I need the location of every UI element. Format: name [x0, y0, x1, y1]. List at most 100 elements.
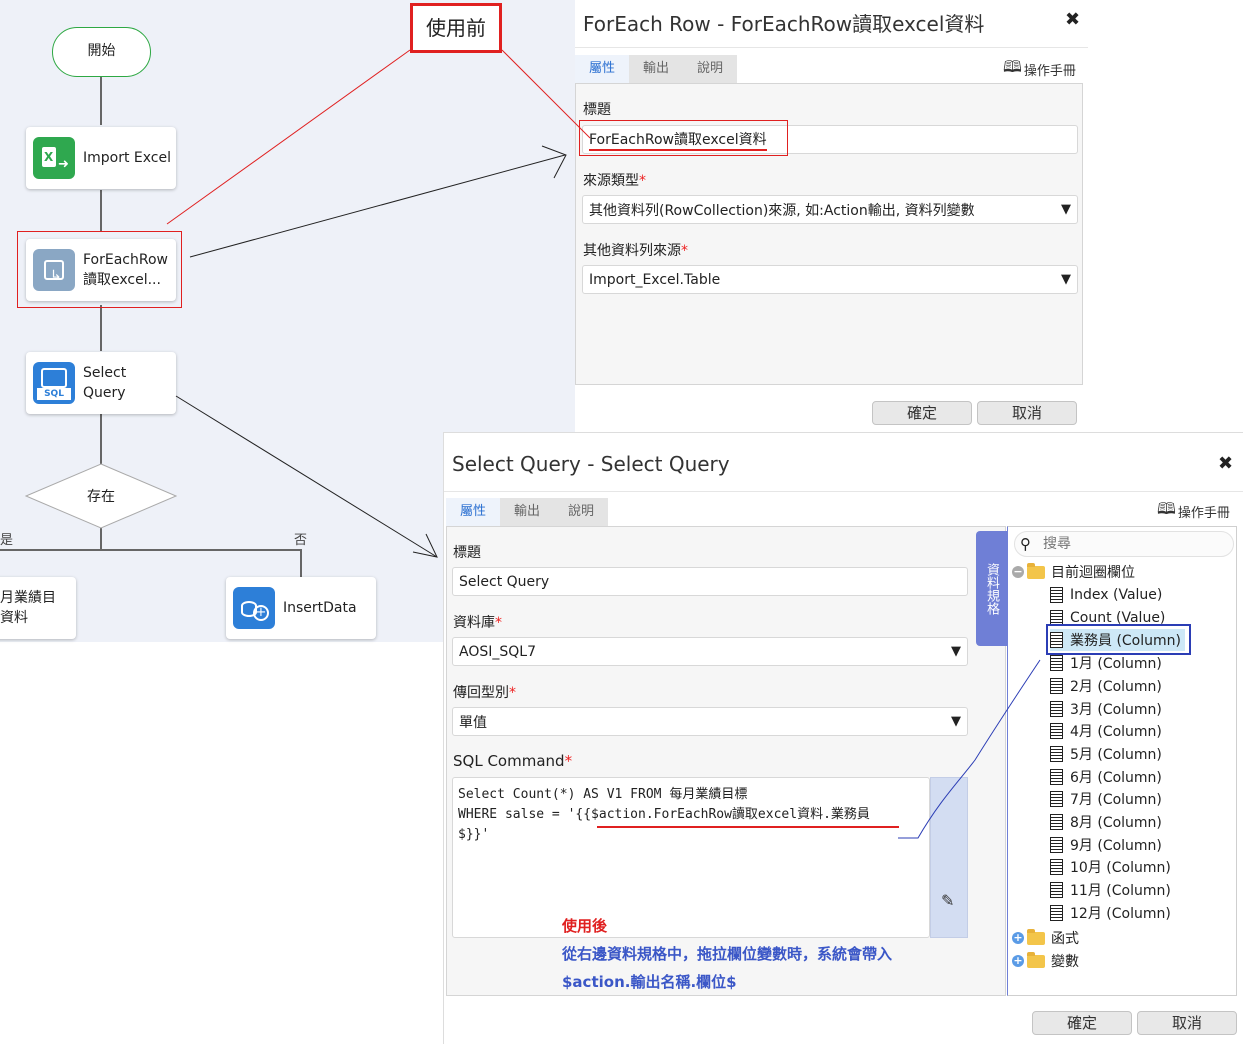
cancel-button[interactable]: 取消 [977, 401, 1077, 425]
folder-icon [1027, 562, 1045, 579]
import-excel-node[interactable]: X ➜ Import Excel [26, 127, 176, 189]
tree-item-label: 7月 (Column) [1070, 792, 1162, 809]
column-highlight-box [1046, 624, 1191, 655]
tree-column-item[interactable]: 3月 (Column) [1050, 698, 1162, 720]
tree-item-label: 10月 (Column) [1070, 860, 1171, 877]
close-icon[interactable]: ✖ [1065, 9, 1080, 30]
sql-line: WHERE salse = '{{$action.ForEachRow讀取exc… [458, 807, 870, 822]
data-spec-tab[interactable]: 資料規格 [976, 531, 1007, 646]
other-source-select[interactable]: Import_Excel.Table ▼ [582, 265, 1078, 294]
database-value: AOSI_SQL7 [459, 643, 536, 660]
search-box[interactable]: ⚲ [1014, 531, 1234, 557]
title-value: Select Query [459, 573, 550, 590]
tree-column-item[interactable]: 5月 (Column) [1050, 743, 1162, 765]
document-icon [1050, 655, 1063, 672]
sql-icon: SQL [33, 362, 75, 404]
tree-column-item[interactable]: 8月 (Column) [1050, 811, 1162, 833]
ok-button[interactable]: 確定 [1032, 1011, 1132, 1035]
ok-button[interactable]: 確定 [872, 401, 972, 425]
source-type-label: 來源類型* [583, 173, 646, 189]
manual-link[interactable]: 🕮 操作手冊 [1157, 498, 1230, 525]
tree-root[interactable]: − 目前迴圈欄位 [1012, 561, 1135, 583]
tree-column-item[interactable]: 11月 (Column) [1050, 879, 1171, 901]
return-type-select[interactable]: 單值 ▼ [452, 707, 968, 736]
tree-column-item[interactable]: 6月 (Column) [1050, 766, 1162, 788]
tree-column-item[interactable]: 1月 (Column) [1050, 652, 1162, 674]
yes-label: 是 [0, 533, 14, 548]
sql-editor[interactable]: Select Count(*) AS V1 FROM 每月業績目標 WHERE … [452, 777, 930, 938]
expand-icon[interactable]: + [1012, 955, 1024, 967]
tree-item-label: 3月 (Column) [1070, 701, 1162, 718]
data-spec-panel: ⚲ − 目前迴圈欄位 Index (Value)Count (Value)業務員… [1007, 526, 1237, 996]
tab-properties[interactable]: 屬性 [446, 498, 501, 528]
close-icon[interactable]: ✖ [1218, 453, 1233, 474]
tab-bar: 屬性 輸出 說明 [446, 498, 609, 528]
manual-label: 操作手冊 [1177, 506, 1230, 521]
sql-underline [597, 826, 899, 828]
document-icon [1050, 745, 1063, 762]
sql-command-label: SQL Command* [453, 752, 573, 770]
loop-icon: ↳ [33, 249, 75, 291]
database-select[interactable]: AOSI_SQL7 ▼ [452, 637, 968, 666]
expand-icon[interactable]: + [1012, 932, 1024, 944]
return-type-value: 單值 [459, 714, 487, 731]
tab-description[interactable]: 說明 [683, 55, 738, 83]
other-source-value: Import_Excel.Table [589, 271, 721, 288]
document-icon [1050, 791, 1063, 808]
decision-label: 存在 [87, 489, 115, 505]
return-type-label: 傳回型別* [453, 685, 516, 701]
folder-icon [1027, 951, 1045, 968]
search-input[interactable] [1041, 535, 1225, 553]
chevron-down-icon: ▼ [1061, 202, 1071, 217]
document-icon [1050, 814, 1063, 830]
document-icon [1050, 677, 1063, 694]
tree-item-label: 1月 (Column) [1070, 656, 1162, 673]
source-type-select[interactable]: 其他資料列(RowCollection)來源, 如:Action輸出, 資料列變… [582, 195, 1078, 224]
tree-column-item[interactable]: 10月 (Column) [1050, 856, 1171, 878]
tree-column-item[interactable]: 4月 (Column) [1050, 720, 1162, 742]
script-sidebar[interactable]: ✎ [930, 777, 968, 938]
folder-icon [1027, 928, 1045, 945]
tree-functions[interactable]: + 函式 [1012, 927, 1079, 949]
document-icon [1050, 859, 1063, 876]
tab-description[interactable]: 說明 [554, 498, 609, 526]
book-icon: 🕮 [1003, 57, 1022, 76]
title-input[interactable]: Select Query [452, 567, 968, 596]
annotation-after-title: 使用後 [562, 917, 608, 935]
tree-column-item[interactable]: Index (Value) [1050, 584, 1162, 606]
tree-column-item[interactable]: 7月 (Column) [1050, 788, 1162, 810]
document-icon [1050, 768, 1063, 785]
tree-item-label: 11月 (Column) [1070, 883, 1171, 900]
monthly-target-node[interactable]: 月業績目 資料 [0, 577, 76, 639]
script-icon: ✎ [941, 891, 955, 910]
sql-line: $}}' [458, 827, 490, 842]
tree-column-item[interactable]: 12月 (Column) [1050, 902, 1171, 924]
title-label: 標題 [583, 102, 611, 118]
cancel-button[interactable]: 取消 [1137, 1011, 1237, 1035]
tree-column-item[interactable]: 9月 (Column) [1050, 834, 1162, 856]
manual-link[interactable]: 🕮 操作手冊 [1003, 56, 1076, 83]
tree-item-label: 5月 (Column) [1070, 746, 1162, 763]
annotation-after-line: $action.輸出名稱.欄位$ [562, 973, 737, 991]
tab-output[interactable]: 輸出 [500, 498, 555, 526]
tab-bar: 屬性 輸出 說明 [575, 55, 738, 85]
connector [100, 77, 102, 125]
tree-item-label: 4月 (Column) [1070, 724, 1162, 741]
divider [444, 491, 1243, 492]
start-node[interactable]: 開始 [52, 27, 151, 77]
node-label: 讀取excel... [83, 272, 161, 288]
tab-output[interactable]: 輸出 [629, 55, 684, 83]
connector [0, 549, 302, 551]
title-label: 標題 [453, 545, 481, 561]
insert-data-node[interactable]: + InsertData [226, 577, 376, 639]
connector [100, 190, 102, 232]
database-icon: + [233, 587, 275, 629]
select-query-node[interactable]: SQL Select Query [26, 352, 176, 414]
node-label: InsertData [283, 600, 357, 616]
collapse-icon[interactable]: − [1012, 566, 1024, 578]
tree-variables[interactable]: + 變數 [1012, 950, 1079, 972]
foreach-dialog: ForEach Row - ForEachRow讀取excel資料 ✖ 屬性 輸… [575, 0, 1088, 432]
tree-column-item[interactable]: 2月 (Column) [1050, 675, 1162, 697]
foreach-row-node[interactable]: ↳ ForEachRow 讀取excel... [26, 239, 176, 301]
tab-properties[interactable]: 屬性 [575, 55, 630, 85]
